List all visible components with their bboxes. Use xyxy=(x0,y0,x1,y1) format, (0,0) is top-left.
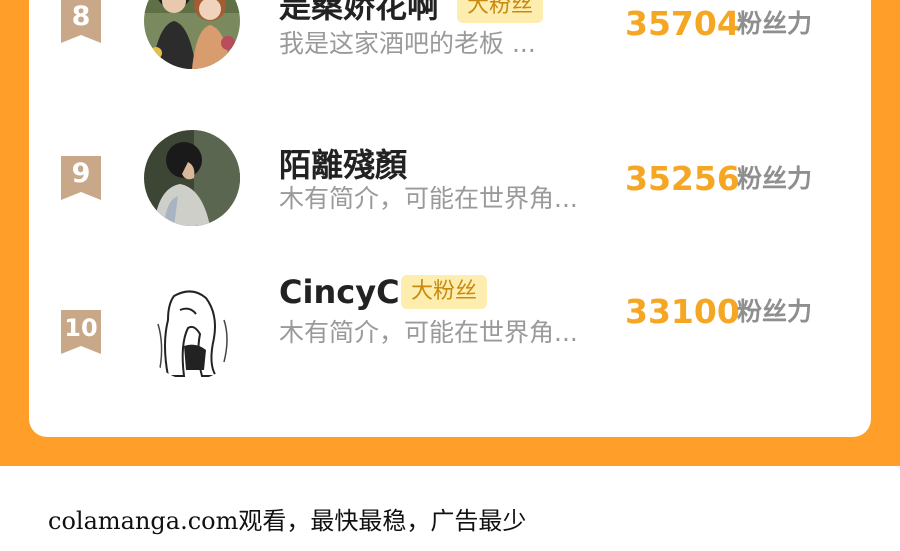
big-fan-badge: 大粉丝 xyxy=(457,0,544,23)
fan-score-unit: 粉丝力 xyxy=(737,297,813,326)
ranking-row-10[interactable]: 10 CincyC 大粉丝 木有简介，可能在世界角... 33100 粉丝力 xyxy=(29,273,871,430)
ranking-card: 8 是桑娇花啊 大粉丝 我是这家酒吧的老板 ... 35704 粉丝力 9 陌離… xyxy=(29,0,871,437)
user-name[interactable]: 是桑娇花啊 xyxy=(279,0,439,26)
ranking-row-9[interactable]: 9 陌離殘顏 木有简介，可能在世界角... 35256 粉丝力 xyxy=(29,130,871,280)
avatar[interactable] xyxy=(144,0,240,69)
user-name[interactable]: CincyC xyxy=(279,272,400,312)
rank-number: 10 xyxy=(64,314,98,342)
user-name[interactable]: 陌離殘顏 xyxy=(279,145,407,185)
fan-ranking-screen: 8 是桑娇花啊 大粉丝 我是这家酒吧的老板 ... 35704 粉丝力 9 陌離… xyxy=(0,0,900,551)
rank-number: 8 xyxy=(71,1,91,32)
rank-badge: 8 xyxy=(59,0,103,43)
fan-score: 35256 xyxy=(625,159,740,198)
rank-number: 9 xyxy=(71,158,91,189)
fan-score-unit: 粉丝力 xyxy=(737,9,813,38)
fan-score: 33100 xyxy=(625,292,740,331)
fan-score-unit: 粉丝力 xyxy=(737,164,813,193)
rank-badge: 9 xyxy=(59,156,103,200)
ranking-row-8[interactable]: 8 是桑娇花啊 大粉丝 我是这家酒吧的老板 ... 35704 粉丝力 xyxy=(29,0,871,130)
user-bio: 木有简介，可能在世界角... xyxy=(279,318,578,347)
avatar[interactable] xyxy=(144,130,240,226)
avatar[interactable] xyxy=(144,284,240,380)
big-fan-badge: 大粉丝 xyxy=(401,275,488,309)
watermark-text: colamanga.com观看，最快最稳，广告最少 xyxy=(48,507,527,535)
fan-score: 35704 xyxy=(625,4,740,43)
rank-badge: 10 xyxy=(59,310,103,354)
user-bio: 木有简介，可能在世界角... xyxy=(279,184,578,213)
user-bio: 我是这家酒吧的老板 ... xyxy=(279,29,536,58)
